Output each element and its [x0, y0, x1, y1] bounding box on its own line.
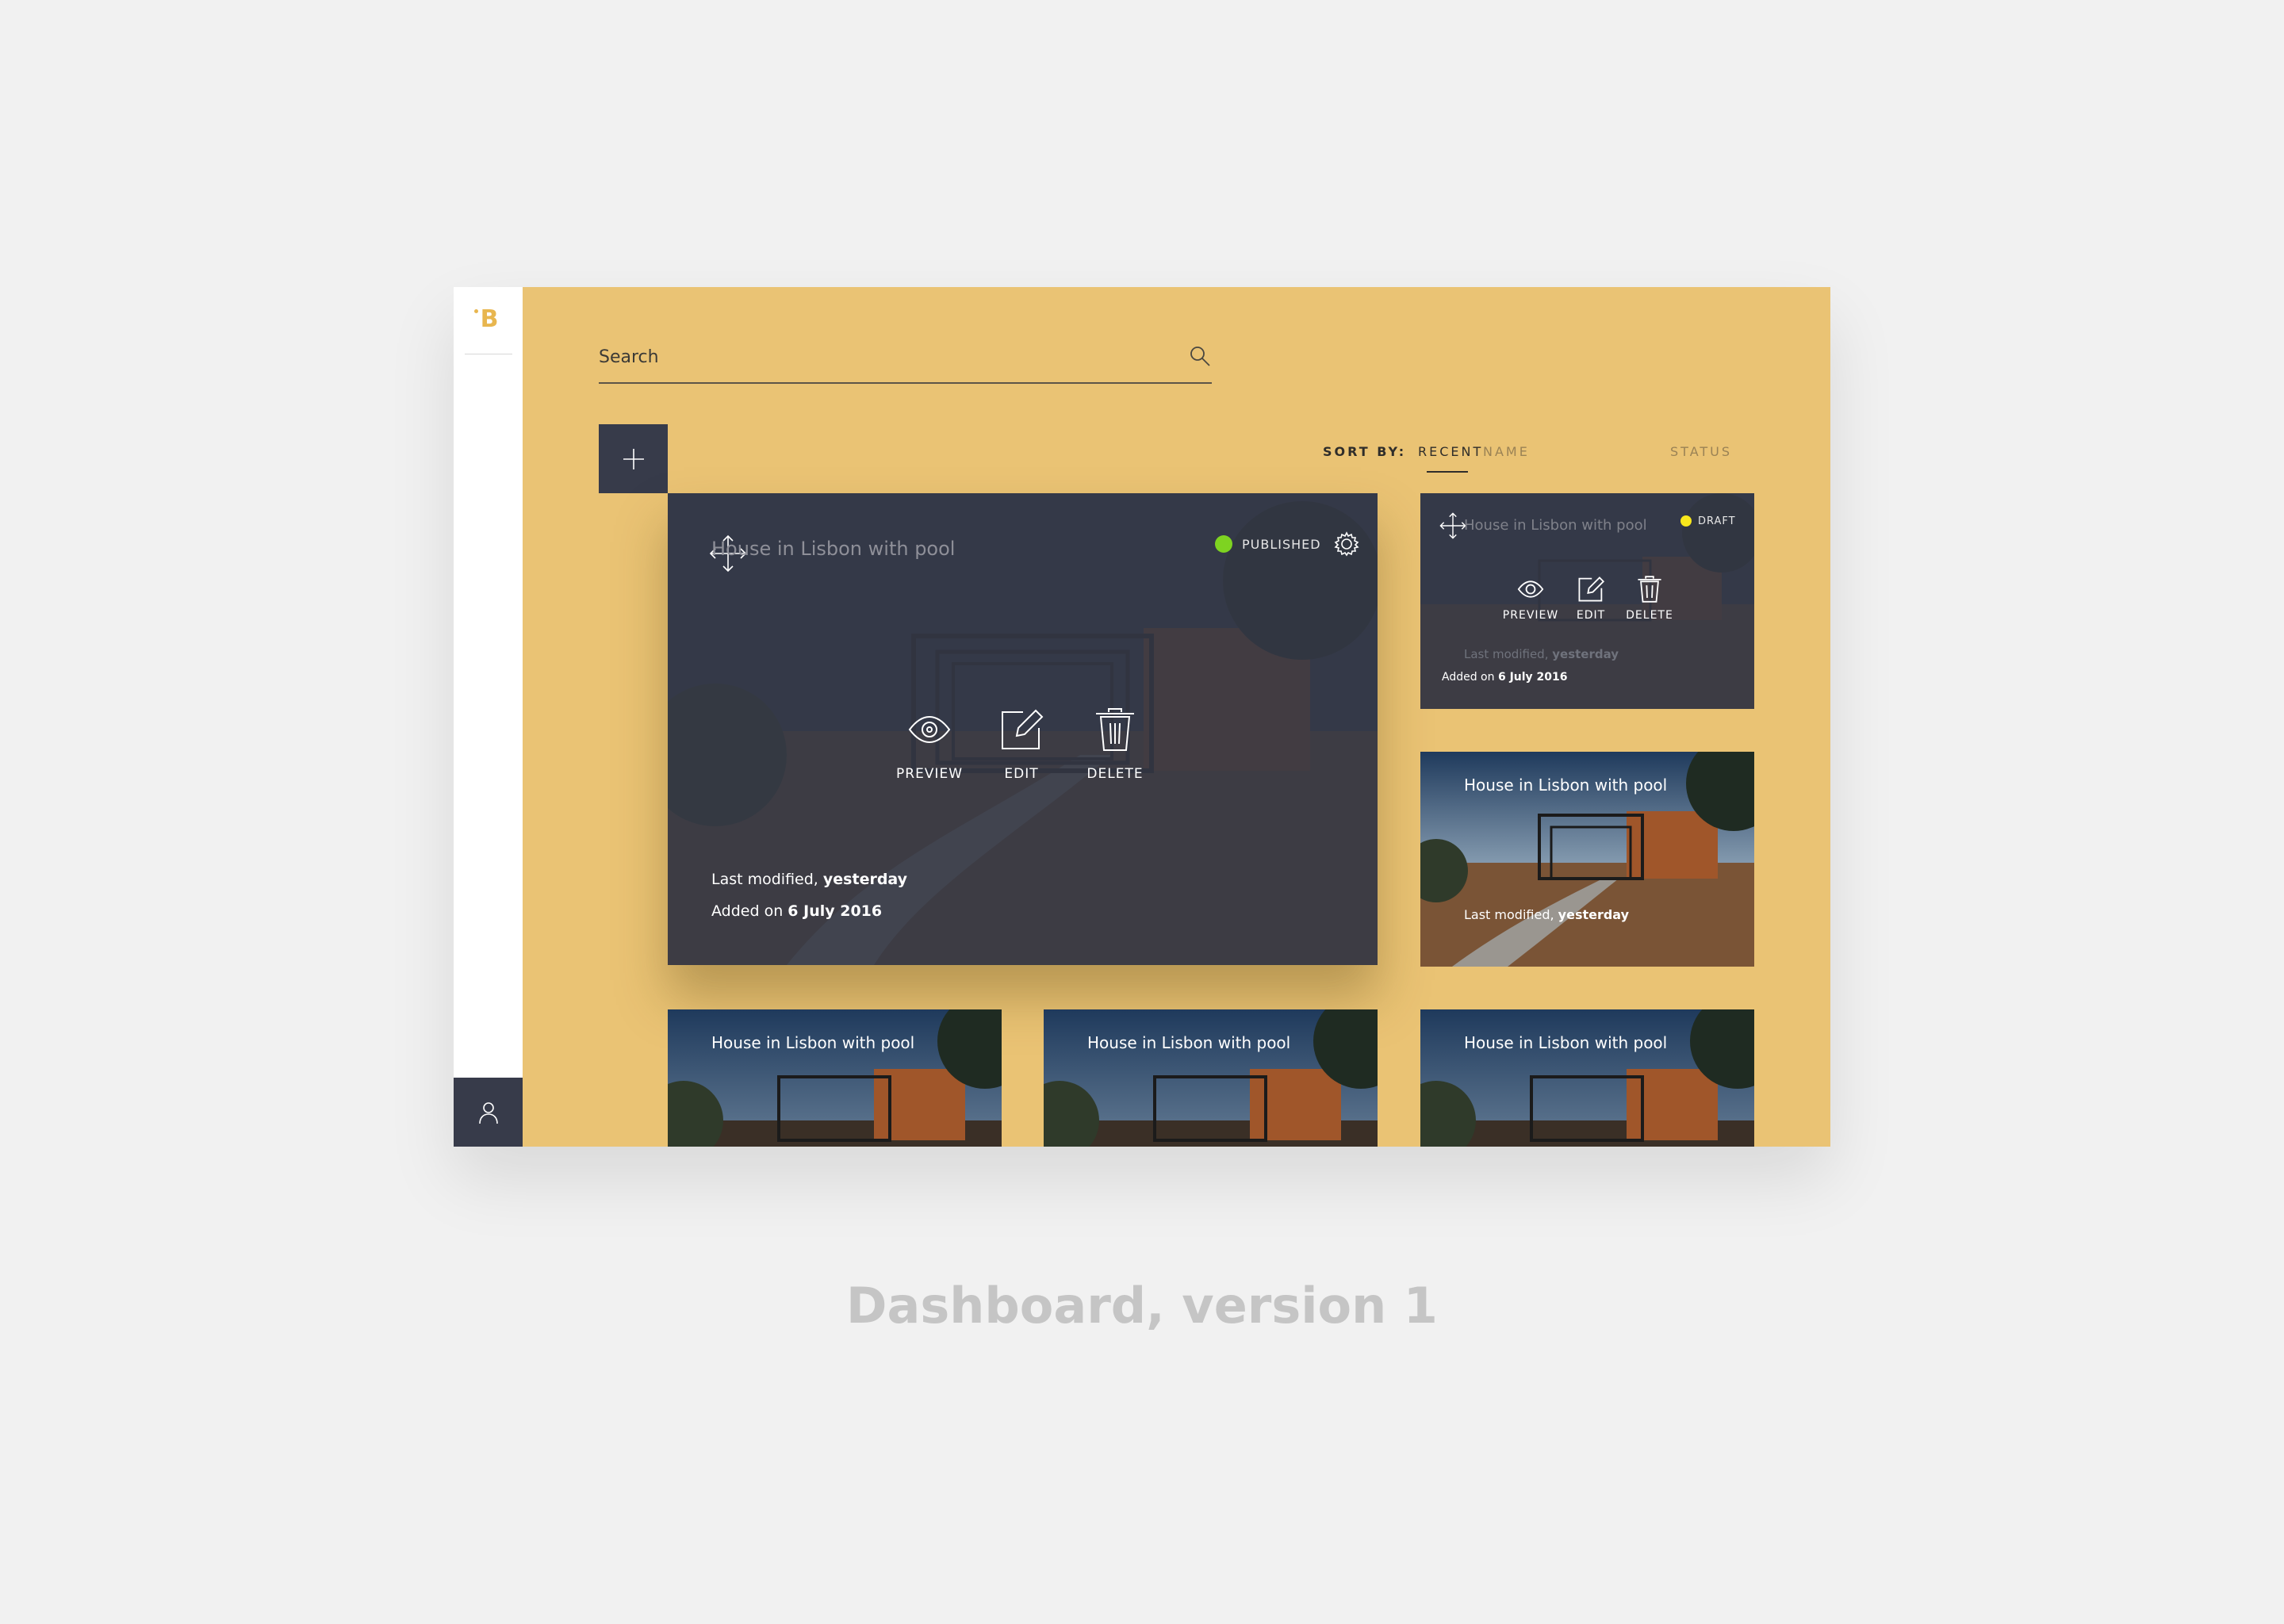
card-actions: PREVIEW EDIT DELETE: [896, 707, 1148, 782]
project-card[interactable]: House in Lisbon with pool: [668, 1009, 1002, 1147]
last-modified-value: yesterday: [822, 871, 908, 888]
edit-icon: [1578, 576, 1604, 602]
last-modified: Last modified, yesterday: [711, 871, 907, 888]
app-window: B SORT BY: NAME RECENT: [454, 287, 1830, 1147]
last-modified-prefix: Last modified,: [1464, 907, 1554, 922]
main-content: SORT BY: NAME RECENT STATUS: [523, 287, 1830, 1147]
last-modified-prefix: Last modified,: [1464, 647, 1549, 661]
sort-option-recent[interactable]: RECENT: [1418, 444, 1483, 459]
last-modified: Last modified, yesterday: [1464, 907, 1629, 922]
edit-icon: [1002, 709, 1044, 749]
house-photo: [1420, 1009, 1754, 1147]
last-modified-prefix: Last modified,: [711, 871, 818, 888]
last-modified-value: yesterday: [1558, 907, 1630, 922]
search-input[interactable]: [599, 344, 1154, 370]
card-title: House in Lisbon with pool: [1464, 1033, 1668, 1052]
status-label: DRAFT: [1698, 515, 1736, 527]
status-indicator: [1680, 515, 1692, 527]
user-icon: [478, 1101, 498, 1124]
edit-button[interactable]: EDIT: [993, 707, 1050, 782]
trash-icon: [1638, 576, 1661, 603]
last-modified: Last modified, yesterday: [1464, 647, 1619, 661]
added-on-prefix: Added on: [1442, 671, 1495, 684]
card-title: House in Lisbon with pool: [711, 1033, 915, 1052]
user-profile-button[interactable]: [454, 1078, 523, 1147]
project-card[interactable]: House in Lisbon with pool: [1044, 1009, 1378, 1147]
preview-button[interactable]: PREVIEW: [1503, 576, 1558, 622]
sort-active-indicator: [1427, 471, 1468, 473]
search-bar: [599, 328, 1212, 384]
eye-icon: [1517, 580, 1544, 598]
draft-project-card[interactable]: House in Lisbon with pool DRAFT PREVIEW: [1420, 493, 1754, 709]
delete-label: DELETE: [1086, 766, 1144, 782]
eye-icon: [908, 715, 951, 744]
preview-button[interactable]: PREVIEW: [896, 707, 963, 782]
edit-label: EDIT: [1576, 609, 1606, 622]
sort-bar: SORT BY: NAME RECENT STATUS: [523, 444, 1830, 468]
delete-label: DELETE: [1626, 609, 1673, 622]
card-title: House in Lisbon with pool: [711, 538, 956, 560]
card-title: House in Lisbon with pool: [1464, 776, 1668, 795]
sort-label: SORT BY:: [1323, 444, 1407, 459]
preview-label: PREVIEW: [896, 766, 963, 782]
added-on: Added on 6 July 2016: [711, 902, 882, 920]
move-icon[interactable]: [1439, 512, 1466, 539]
delete-button[interactable]: DELETE: [1623, 576, 1676, 622]
featured-project-card[interactable]: House in Lisbon with pool PUBLISHED PREV…: [668, 493, 1378, 965]
page-caption: Dashboard, version 1: [846, 1277, 1438, 1335]
added-on-prefix: Added on: [711, 902, 784, 920]
status-label: PUBLISHED: [1242, 537, 1321, 552]
card-actions: PREVIEW EDIT DELETE: [1503, 576, 1676, 622]
sidebar: B: [454, 287, 523, 1147]
search-icon[interactable]: [1188, 344, 1212, 368]
added-on-value: 6 July 2016: [1497, 671, 1568, 684]
gear-icon[interactable]: [1334, 531, 1359, 557]
added-on: Added on 6 July 2016: [1442, 671, 1568, 684]
delete-button[interactable]: DELETE: [1082, 707, 1148, 782]
logo[interactable]: B: [477, 308, 501, 331]
edit-label: EDIT: [1004, 766, 1039, 782]
sort-option-name[interactable]: NAME: [1483, 444, 1530, 459]
trash-icon: [1096, 708, 1134, 751]
project-card[interactable]: House in Lisbon with pool: [1420, 1009, 1754, 1147]
added-on-value: 6 July 2016: [788, 902, 883, 920]
last-modified-value: yesterday: [1552, 647, 1619, 661]
card-title: House in Lisbon with pool: [1087, 1033, 1291, 1052]
edit-button[interactable]: EDIT: [1573, 576, 1609, 622]
house-photo: [668, 1009, 1002, 1147]
card-title: House in Lisbon with pool: [1464, 517, 1647, 534]
preview-label: PREVIEW: [1502, 609, 1559, 622]
project-card[interactable]: House in Lisbon with pool Last modified,…: [1420, 752, 1754, 967]
status-indicator: [1215, 535, 1232, 553]
sort-option-status[interactable]: STATUS: [1670, 444, 1732, 459]
house-photo: [1044, 1009, 1378, 1147]
